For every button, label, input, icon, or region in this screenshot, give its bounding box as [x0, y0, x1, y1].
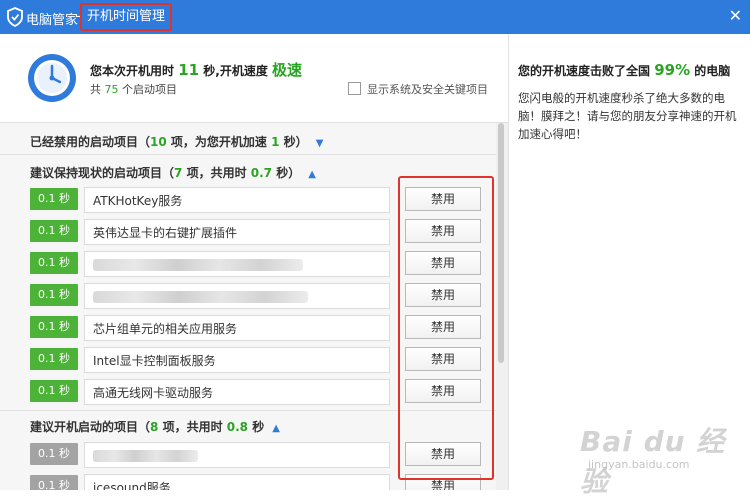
section-keep-count: 7: [174, 166, 183, 180]
section-keep-time: 0.7: [250, 166, 273, 180]
section-disabled-middle: 项，为您开机加速: [170, 135, 267, 149]
section-recommend-header[interactable]: 建议开机启动的项目（8 项，共用时 0.8 秒 ▲: [30, 418, 280, 435]
summary-panel: 您本次开机用时 11 秒,开机速度 极速 共 75 个启动项目 显示系统及安全关…: [0, 34, 508, 122]
redacted-name: [93, 259, 303, 271]
boot-time-prefix: 您本次开机用时: [90, 64, 175, 78]
redacted-name: [93, 291, 308, 303]
time-badge: 0.1 秒: [30, 220, 78, 242]
show-system-label: 显示系统及安全关键项目: [367, 83, 488, 96]
time-badge: 0.1 秒: [30, 252, 78, 274]
section-recommend-suffix: 秒: [252, 420, 265, 434]
chevron-down-icon[interactable]: ▼: [316, 138, 324, 149]
section-disabled-header[interactable]: 已经禁用的启动项目（10 项，为您开机加速 1 秒） ▼: [30, 133, 323, 150]
scrollbar-thumb[interactable]: [498, 123, 504, 363]
count-prefix: 共: [90, 83, 101, 96]
speed-rating: 极速: [272, 61, 303, 79]
ranking-title: 您的开机速度击败了全国 99% 的电脑: [518, 61, 730, 79]
startup-count: 75: [104, 83, 119, 96]
section-recommend-count: 8: [150, 420, 159, 434]
item-name-box: icesound服务: [84, 474, 390, 490]
item-name-box: [84, 251, 390, 277]
watermark-url: jingyan.baidu.com: [588, 458, 690, 471]
section-keep-prefix: 建议保持现状的启动项目（: [30, 166, 175, 180]
page-title: 开机时间管理: [80, 3, 173, 31]
disable-button[interactable]: 禁用: [405, 283, 481, 307]
disable-button[interactable]: 禁用: [405, 315, 481, 339]
item-name: 芯片组单元的相关应用服务: [93, 322, 238, 336]
section-keep-header[interactable]: 建议保持现状的启动项目（7 项，共用时 0.7 秒） ▲: [30, 164, 316, 181]
section-disabled-time: 1: [271, 135, 280, 149]
list-item: 0.1 秒 Intel显卡控制面板服务 禁用: [0, 346, 496, 374]
title-bar: 电脑管家 - 开机时间管理 ✕: [0, 0, 750, 34]
disable-button[interactable]: 禁用: [405, 379, 481, 403]
item-name-box: ATKHotKey服务: [84, 187, 390, 213]
item-name-box: [84, 442, 390, 468]
show-system-checkbox[interactable]: [348, 82, 361, 95]
section-disabled-prefix: 已经禁用的启动项目（: [30, 135, 151, 149]
list-item: 0.1 秒 icesound服务 禁用: [0, 473, 496, 490]
item-name: ATKHotKey服务: [93, 194, 183, 208]
watermark: Bai du 经验 jingyan.baidu.com: [580, 420, 750, 500]
clock-icon: [28, 54, 76, 102]
list-item: 0.1 秒 英伟达显卡的右键扩展插件 禁用: [0, 218, 496, 246]
list-item: 0.1 秒 禁用: [0, 250, 496, 278]
list-item: 0.1 秒 禁用: [0, 441, 496, 469]
disable-button[interactable]: 禁用: [405, 347, 481, 371]
shield-icon: [7, 7, 23, 27]
time-badge: 0.1 秒: [30, 348, 78, 370]
time-badge: 0.1 秒: [30, 188, 78, 210]
item-name: icesound服务: [93, 481, 171, 490]
list-scrollbar[interactable]: [496, 123, 508, 490]
ranking-suffix: 的电脑: [694, 64, 731, 78]
startup-count-text: 共 75 个启动项目: [90, 81, 177, 97]
time-badge: 0.1 秒: [30, 443, 78, 465]
section-recommend-middle: 项，共用时: [162, 420, 223, 434]
section-divider: [0, 154, 496, 155]
close-icon[interactable]: ✕: [729, 6, 742, 25]
section-recommend-time: 0.8: [226, 420, 249, 434]
item-name-box: 英伟达显卡的右键扩展插件: [84, 219, 390, 245]
list-item: 0.1 秒 高通无线网卡驱动服务 禁用: [0, 378, 496, 406]
item-name-box: [84, 283, 390, 309]
time-badge: 0.1 秒: [30, 475, 78, 490]
disable-button[interactable]: 禁用: [405, 187, 481, 211]
item-name: 英伟达显卡的右键扩展插件: [93, 226, 238, 240]
boot-time-text: 您本次开机用时 11 秒,开机速度 极速: [90, 59, 302, 80]
disable-button[interactable]: 禁用: [405, 219, 481, 243]
disable-button[interactable]: 禁用: [405, 442, 481, 466]
startup-list: 已经禁用的启动项目（10 项，为您开机加速 1 秒） ▼ 建议保持现状的启动项目（…: [0, 123, 496, 490]
ranking-percent: 99%: [654, 61, 691, 79]
section-disabled-count: 10: [150, 135, 167, 149]
time-badge: 0.1 秒: [30, 380, 78, 402]
section-divider: [0, 410, 496, 411]
disable-button[interactable]: 禁用: [405, 251, 481, 275]
item-name: Intel显卡控制面板服务: [93, 354, 216, 368]
item-name: 高通无线网卡驱动服务: [93, 386, 214, 400]
item-name-box: Intel显卡控制面板服务: [84, 347, 390, 373]
list-item: 0.1 秒 芯片组单元的相关应用服务 禁用: [0, 314, 496, 342]
redacted-name: [93, 450, 198, 462]
boot-time-suffix: 秒,开机速度: [203, 64, 268, 78]
item-name-box: 高通无线网卡驱动服务: [84, 379, 390, 405]
list-item: 0.1 秒 ATKHotKey服务 禁用: [0, 186, 496, 214]
section-keep-middle: 项，共用时: [186, 166, 247, 180]
section-recommend-prefix: 建议开机启动的项目（: [30, 420, 151, 434]
section-keep-suffix: 秒）: [276, 166, 301, 180]
chevron-up-icon[interactable]: ▲: [272, 423, 280, 434]
ranking-description: 您闪电般的开机速度秒杀了绝大多数的电脑！膜拜之！请与您的朋友分享神速的开机加速心…: [518, 91, 737, 141]
list-item: 0.1 秒 禁用: [0, 282, 496, 310]
boot-time-value: 11: [178, 61, 200, 79]
item-name-box: 芯片组单元的相关应用服务: [84, 315, 390, 341]
chevron-up-icon[interactable]: ▲: [308, 169, 316, 180]
ranking-prefix: 您的开机速度击败了全国: [518, 64, 651, 78]
time-badge: 0.1 秒: [30, 284, 78, 306]
disable-button[interactable]: 禁用: [405, 474, 481, 490]
app-name: 电脑管家: [26, 13, 79, 28]
time-badge: 0.1 秒: [30, 316, 78, 338]
show-system-toggle[interactable]: 显示系统及安全关键项目: [348, 81, 488, 97]
section-disabled-suffix: 秒: [283, 135, 296, 149]
count-suffix: 个启动项目: [122, 83, 177, 96]
